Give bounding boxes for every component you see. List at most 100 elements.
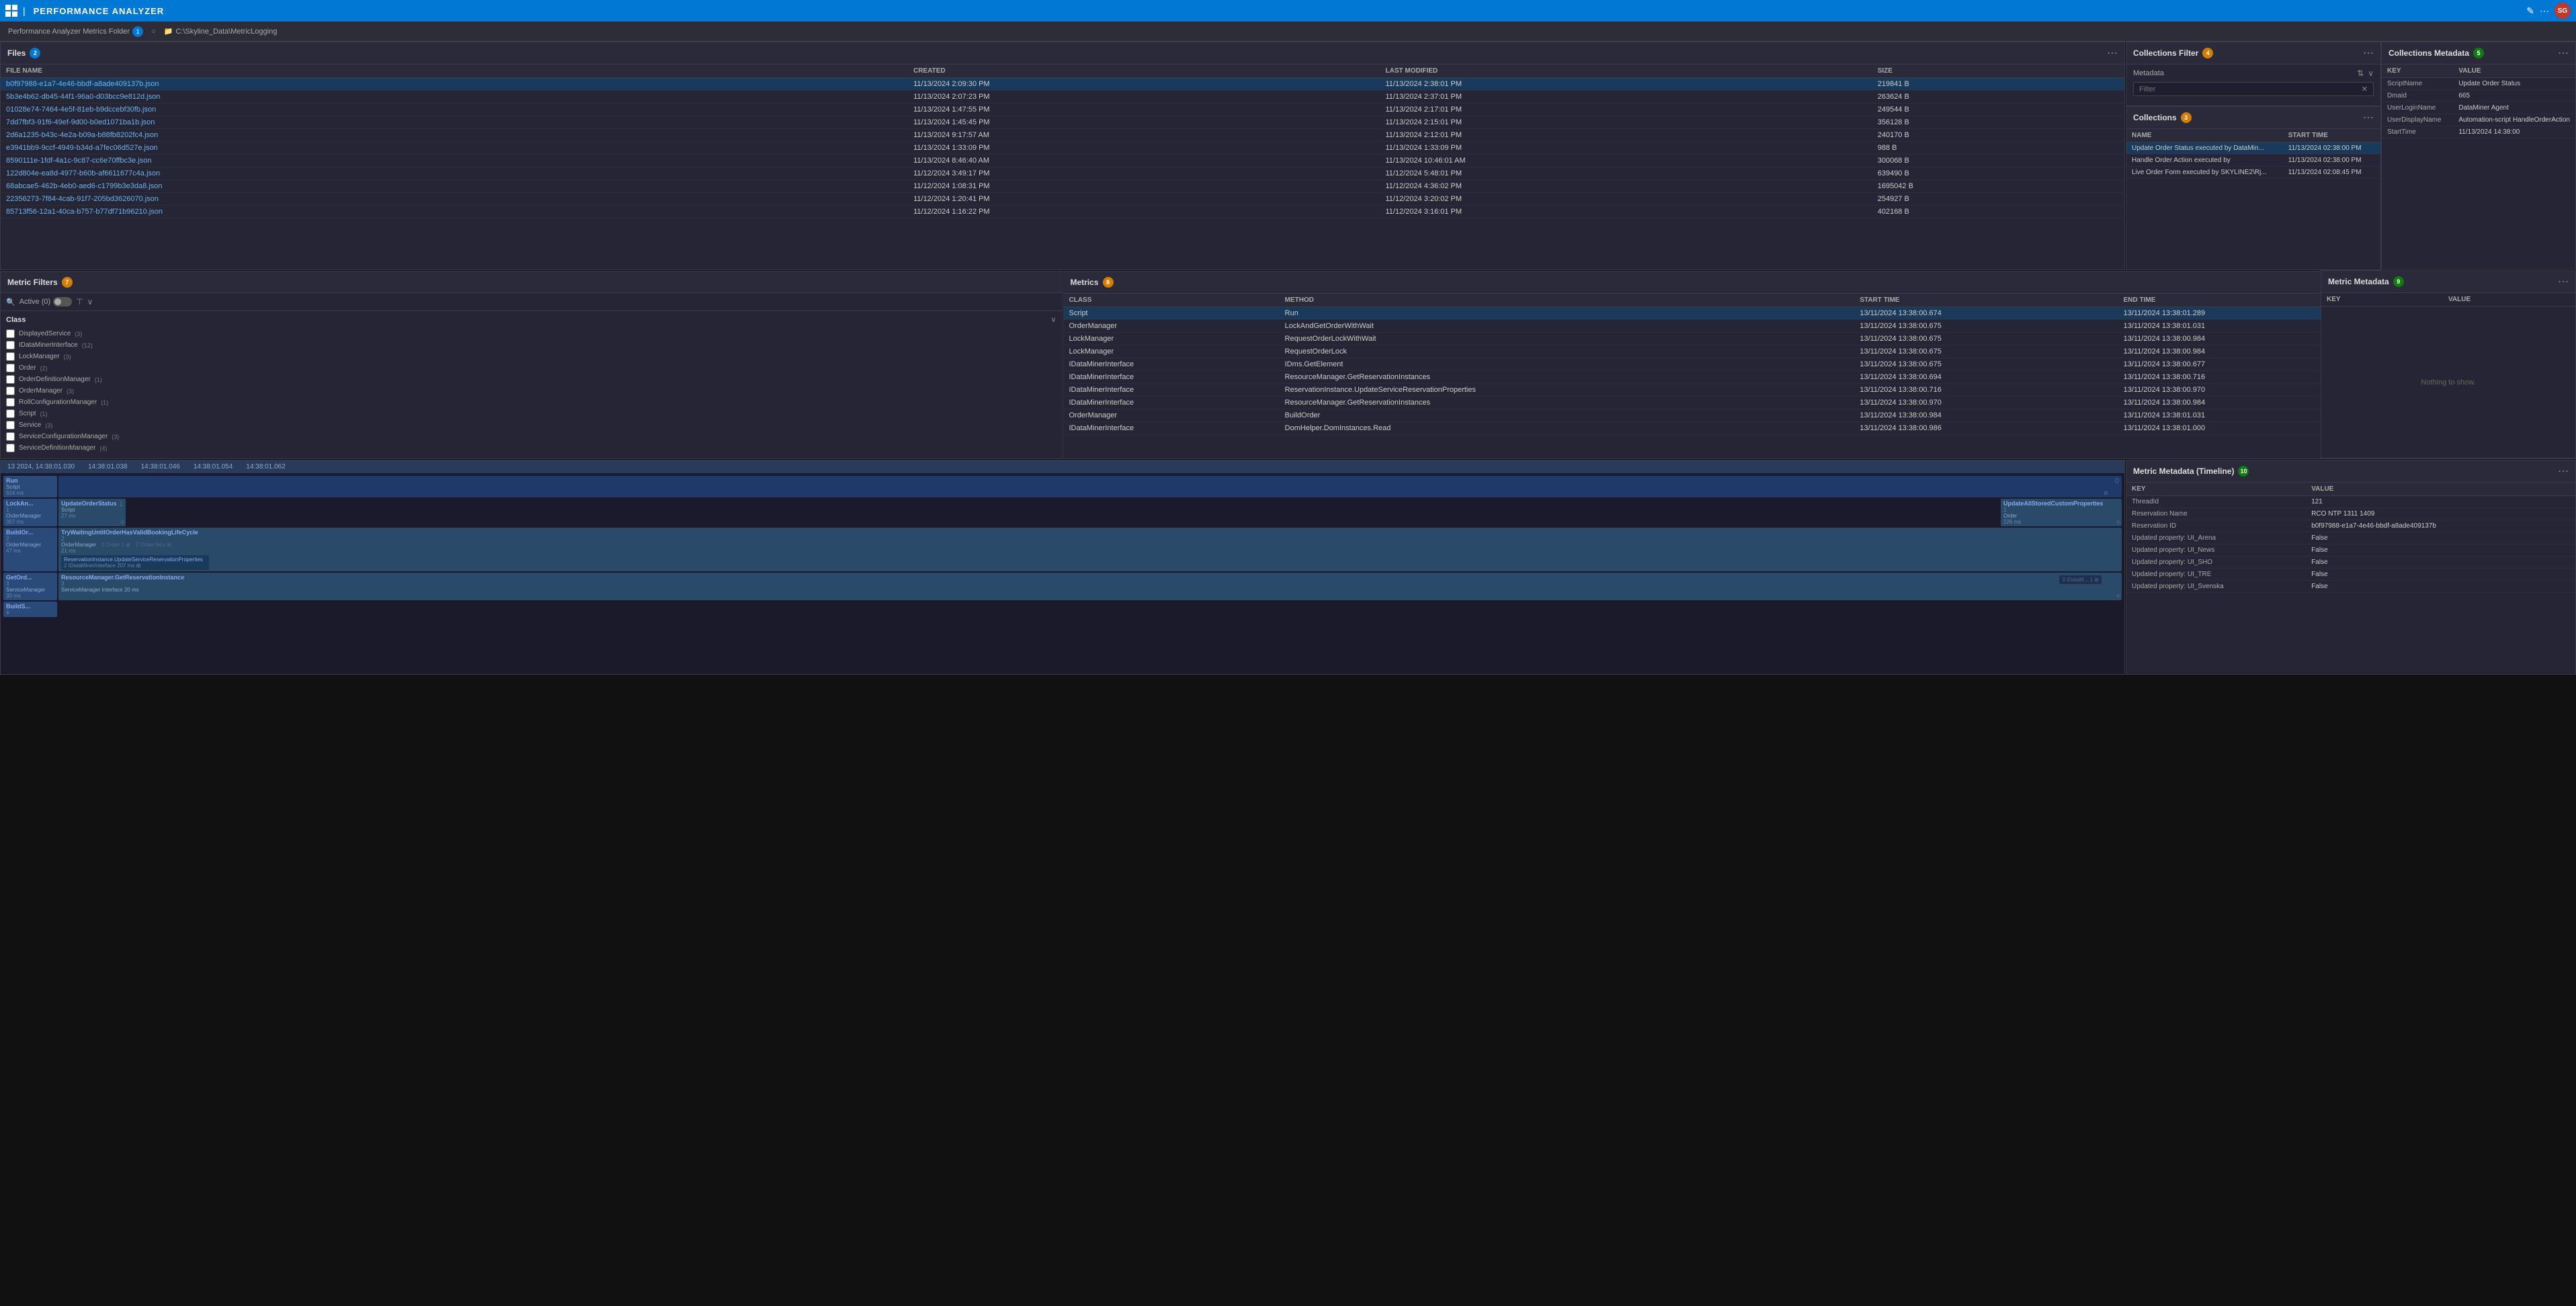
filter-sort-icon[interactable]: ⇅ xyxy=(2357,69,2364,78)
filter-close[interactable]: ✕ xyxy=(2362,85,2368,93)
path-icon: 📁 xyxy=(164,27,173,36)
mmt-menu[interactable]: ⋯ xyxy=(2558,464,2569,478)
m-start: 13/11/2024 13:38:00.970 xyxy=(1854,397,2118,409)
kv-key: Updated property: UI_News xyxy=(2126,544,2306,557)
filter-input[interactable] xyxy=(2139,85,2362,93)
mf-title: Metric Filters xyxy=(7,278,58,287)
class-count: (1) xyxy=(95,376,102,383)
class-checkbox[interactable] xyxy=(6,329,15,338)
file-name: b0f97988-e1a7-4e46-bbdf-a8ade409137b.jso… xyxy=(1,78,908,91)
table-row[interactable]: 2d6a1235-b43c-4e2a-b09a-b88fb8202fc4.jso… xyxy=(1,129,2124,142)
file-created: 11/12/2024 3:49:17 PM xyxy=(908,167,1380,180)
class-item: OrderDefinitionManager (1) xyxy=(6,374,1056,385)
cf-title: Collections Filter xyxy=(2133,48,2198,58)
table-row[interactable]: 5b3e4b62-db45-44f1-96a0-d03bcc9e812d.jso… xyxy=(1,91,2124,104)
coll-menu[interactable]: ⋯ xyxy=(2363,111,2374,124)
cm-badge: 5 xyxy=(2473,48,2484,58)
table-row[interactable]: Update Order Status executed by DataMin.… xyxy=(2126,142,2380,155)
table-row[interactable]: Live Order Form executed by SKYLINE2\Rj.… xyxy=(2126,167,2380,179)
file-name: 68abcae5-462b-4eb0-aed6-c1799b3e3da8.jso… xyxy=(1,180,908,193)
tl-label-getord: GetOrd... 3 ServiceManager 30 ms xyxy=(3,573,57,600)
mm-menu[interactable]: ⋯ xyxy=(2558,275,2569,288)
mmt-badge: 10 xyxy=(2238,466,2249,477)
main-layout: Files 2 ⋯ FILE NAME CREATED LAST MODIFIE… xyxy=(0,42,2576,1306)
table-row[interactable]: 122d804e-ea8d-4977-b60b-af6611677c4a.jso… xyxy=(1,167,2124,180)
cf-metadata-section: Metadata ⇅ ∨ ✕ xyxy=(2126,65,2380,106)
kv-value: Update Order Status xyxy=(2453,78,2575,90)
file-created: 11/12/2024 1:08:31 PM xyxy=(908,180,1380,193)
class-name: RollConfigurationManager xyxy=(19,399,97,406)
chevron-down-icon[interactable]: ∨ xyxy=(87,297,93,307)
class-chevron[interactable]: ∨ xyxy=(1050,315,1056,324)
files-panel: Files 2 ⋯ FILE NAME CREATED LAST MODIFIE… xyxy=(0,42,2125,270)
class-checkbox[interactable] xyxy=(6,386,15,395)
pencil-icon[interactable]: ✎ xyxy=(2526,5,2534,17)
kv-key: Reservation Name xyxy=(2126,508,2306,520)
file-created: 11/12/2024 1:16:22 PM xyxy=(908,206,1380,218)
class-checkbox[interactable] xyxy=(6,421,15,430)
file-name: 122d804e-ea8d-4977-b60b-af6611677c4a.jso… xyxy=(1,167,908,180)
file-modified: 11/13/2024 2:38:01 PM xyxy=(1380,78,1872,91)
table-row[interactable]: 85713f56-12a1-40ca-b757-b77df71b96210.js… xyxy=(1,206,2124,218)
table-row: ScriptName Update Order Status xyxy=(2382,78,2575,90)
coll-name: Handle Order Action executed by xyxy=(2126,155,2283,167)
table-row[interactable]: 01028e74-7464-4e5f-81eb-b9dccebf30fb.jso… xyxy=(1,104,2124,116)
mmt-tbody: ThreadId 121 Reservation Name RCO NTP 13… xyxy=(2126,496,2575,593)
table-row[interactable]: Handle Order Action executed by 11/13/20… xyxy=(2126,155,2380,167)
cm-title: Collections Metadata xyxy=(2388,48,2469,58)
m-col-class: CLASS xyxy=(1064,294,1280,307)
files-title: Files xyxy=(7,48,26,58)
cm-col-key: KEY xyxy=(2382,65,2453,78)
filter-icon[interactable]: ⊤ xyxy=(76,297,83,307)
search-icon: 🔍 xyxy=(6,298,15,307)
class-item: RollConfigurationManager (1) xyxy=(6,397,1056,408)
class-checkbox[interactable] xyxy=(6,375,15,384)
table-row[interactable]: 8590111e-1fdf-4a1c-9c87-cc6e70ffbc3e.jso… xyxy=(1,155,2124,167)
class-checkbox[interactable] xyxy=(6,364,15,372)
m-class: IDataMinerInterface xyxy=(1064,371,1280,384)
ts-0: 13 2024, 14:38:01.030 xyxy=(7,463,75,471)
class-count: (12) xyxy=(82,342,93,349)
class-count: (1) xyxy=(101,399,108,406)
tl-reservation-update: ReservationInstance.UpdateServiceReserva… xyxy=(61,555,209,570)
coll-table-container: NAME START TIME Update Order Status exec… xyxy=(2126,129,2380,270)
m-class: OrderManager xyxy=(1064,320,1280,333)
filter-down-icon[interactable]: ∨ xyxy=(2368,69,2374,78)
class-checkbox[interactable] xyxy=(6,432,15,441)
class-item: ServiceDefinitionManager (4) xyxy=(6,442,1056,454)
tl-label-run: Run Script 614 ms xyxy=(3,476,57,497)
toggle-track[interactable] xyxy=(53,297,72,307)
class-count: (3) xyxy=(67,388,74,395)
file-created: 11/13/2024 1:47:55 PM xyxy=(908,104,1380,116)
table-row: ThreadId 121 xyxy=(2126,496,2575,508)
table-row[interactable]: 7dd7fbf3-91f6-49ef-9d00-b0ed1071ba1b.jso… xyxy=(1,116,2124,129)
avatar[interactable]: SG xyxy=(2554,3,2571,19)
mmt-header: Metric Metadata (Timeline) 10 ⋯ xyxy=(2126,460,2575,483)
file-modified: 11/13/2024 1:33:09 PM xyxy=(1380,142,1872,155)
table-row: UserDisplayName Automation-script Handle… xyxy=(2382,114,2575,126)
class-checkbox[interactable] xyxy=(6,352,15,361)
class-item: LockManager (3) xyxy=(6,351,1056,362)
kv-key: Updated property: UI_SHO xyxy=(2126,557,2306,569)
kv-value: 665 xyxy=(2453,90,2575,102)
table-row[interactable]: e3941bb9-9ccf-4949-b34d-a7fec06d527e.jso… xyxy=(1,142,2124,155)
cf-menu[interactable]: ⋯ xyxy=(2363,46,2374,60)
class-checkbox[interactable] xyxy=(6,444,15,452)
col-filename: FILE NAME xyxy=(1,65,908,78)
class-checkbox[interactable] xyxy=(6,398,15,407)
table-row: Reservation Name RCO NTP 1311 1409 xyxy=(2126,508,2575,520)
table-row[interactable]: 68abcae5-462b-4eb0-aed6-c1799b3e3da8.jso… xyxy=(1,180,2124,193)
kv-key: Reservation ID xyxy=(2126,520,2306,532)
table-row[interactable]: b0f97988-e1a7-4e46-bbdf-a8ade409137b.jso… xyxy=(1,78,2124,91)
cm-thead: KEY VALUE xyxy=(2382,65,2575,78)
class-checkbox[interactable] xyxy=(6,409,15,418)
class-name: OrderDefinitionManager xyxy=(19,376,91,383)
more-icon[interactable]: ⋯ xyxy=(2540,5,2549,17)
files-menu[interactable]: ⋯ xyxy=(2107,46,2118,60)
kv-value: Automation-script HandleOrderAction xyxy=(2453,114,2575,126)
table-row[interactable]: 22356273-7f84-4cab-91f7-205bd3626070.jso… xyxy=(1,193,2124,206)
toggle-thumb xyxy=(54,298,61,305)
tl-row-build: BuildOr... 2 OrderManager 47 ms TryWaiti… xyxy=(3,528,2122,571)
class-checkbox[interactable] xyxy=(6,341,15,350)
cm-menu[interactable]: ⋯ xyxy=(2558,46,2569,60)
